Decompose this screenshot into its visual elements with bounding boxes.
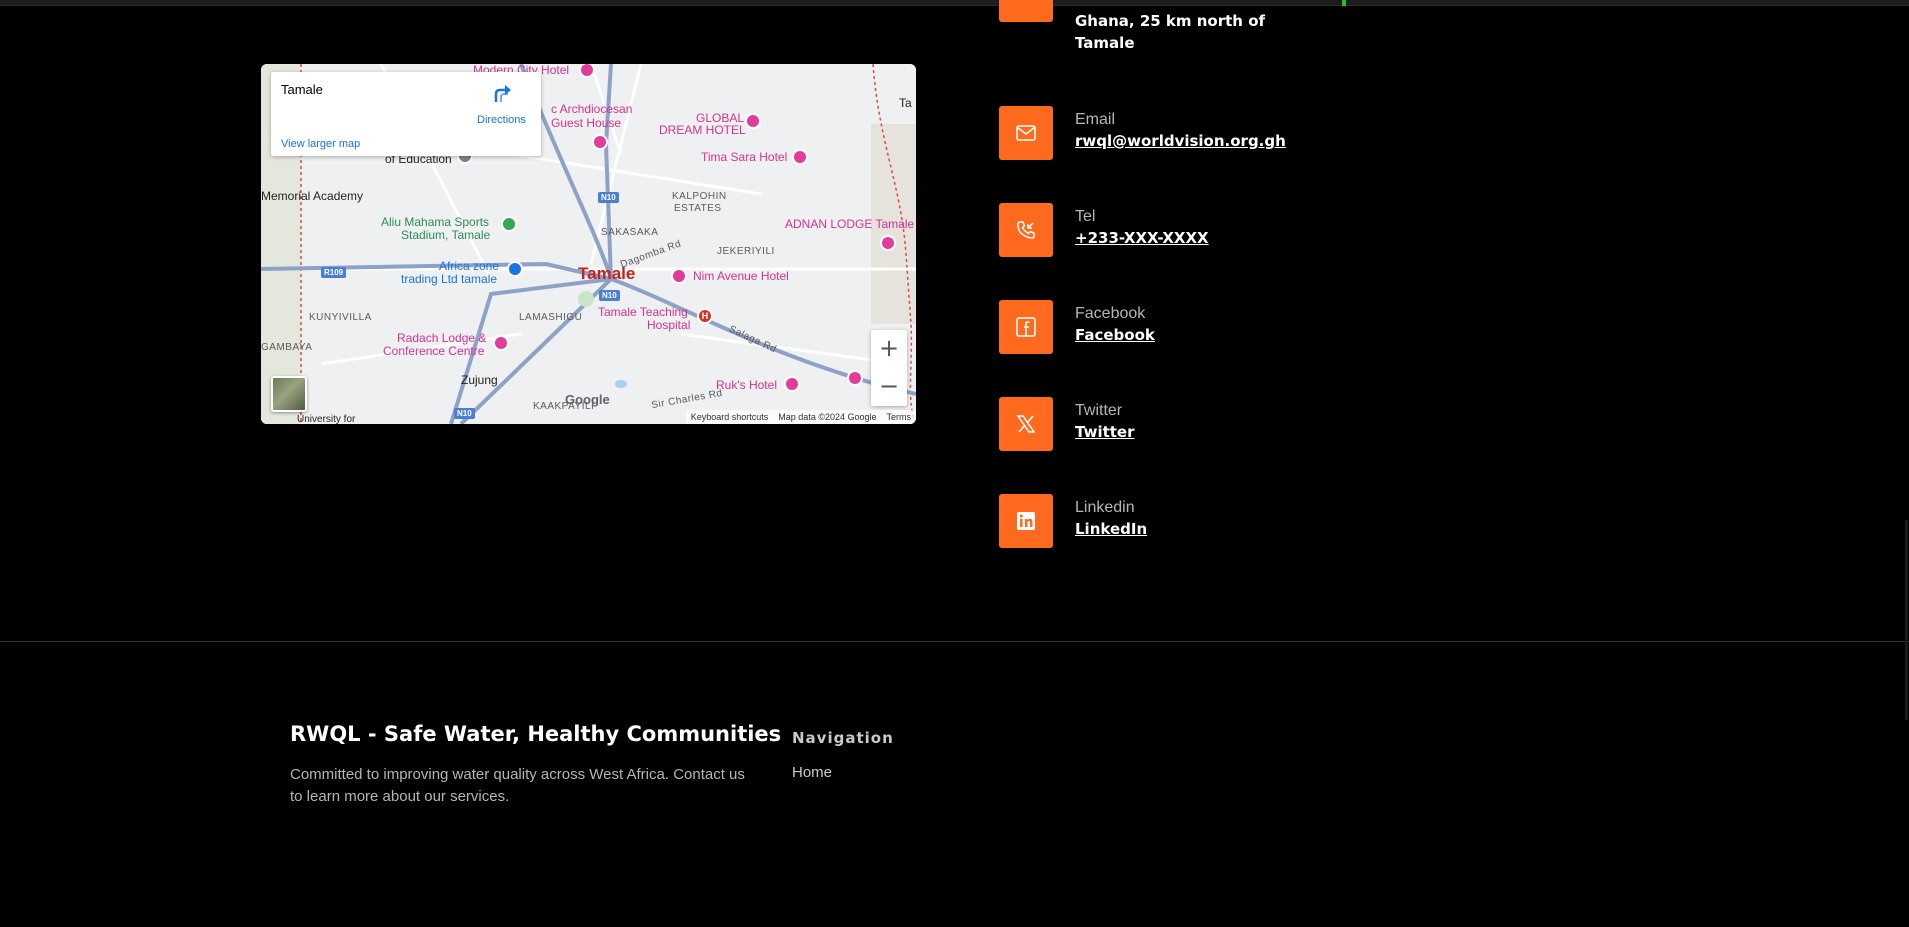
indicator: [1342, 0, 1346, 6]
zoom-out-button[interactable]: −: [871, 368, 907, 406]
shop-pin[interactable]: [507, 261, 523, 277]
road-shield: N10: [454, 408, 475, 419]
directions-icon[interactable]: [492, 83, 514, 103]
map-label: JEKERIYILI: [717, 246, 775, 257]
zoom-control: + −: [871, 330, 907, 406]
facebook-icon: [999, 300, 1053, 354]
map-label: Zujung: [461, 373, 498, 387]
facebook-link[interactable]: Facebook: [1075, 326, 1155, 344]
hotel-pin[interactable]: [745, 113, 761, 129]
envelope-icon: [999, 106, 1053, 160]
map-label: trading Ltd tamale: [401, 272, 498, 286]
hotel-pin[interactable]: [592, 134, 608, 150]
road-shield: N10: [598, 192, 619, 203]
top-strip: [0, 0, 1909, 6]
address-text: Ghana, 25 km north of Tamale: [1075, 12, 1266, 52]
footer-title: RWQL - Safe Water, Healthy Communities: [290, 722, 782, 746]
email-link[interactable]: rwql@worldvision.org.gh: [1075, 132, 1286, 150]
view-larger-map-link[interactable]: View larger map: [281, 138, 360, 150]
road-shield: N10: [599, 290, 620, 301]
map-label: Ta: [899, 96, 912, 110]
scrollbar[interactable]: [1905, 520, 1908, 720]
map-place-name: Tamale: [281, 82, 323, 97]
map-label: Tima Sara Hotel: [701, 150, 788, 164]
map-label: GAMBAYA: [261, 342, 313, 353]
hotel-pin[interactable]: [493, 335, 509, 351]
google-logo: Google: [565, 392, 610, 407]
directions-link[interactable]: Directions: [477, 114, 526, 126]
hotel-pin[interactable]: [880, 235, 896, 251]
map-label: Memorial Academy: [261, 189, 364, 203]
map-label: Conference Centre: [383, 344, 485, 358]
map-label: Guest House: [551, 116, 622, 130]
linkedin-link[interactable]: LinkedIn: [1075, 520, 1147, 538]
footer-description: Committed to improving water quality acr…: [290, 766, 745, 805]
contact-label: Email: [1075, 111, 1116, 128]
map-label: SAKASAKA: [601, 227, 659, 238]
footer-divider: [0, 641, 1909, 642]
hotel-pin[interactable]: [847, 370, 863, 386]
map-label: Nim Avenue Hotel: [693, 269, 789, 283]
contact-label: Tel: [1075, 208, 1096, 225]
map-label: ESTATES: [674, 203, 722, 214]
map-city-label: Tamale: [578, 264, 636, 283]
location-icon-box: [999, 0, 1053, 22]
map-label: KUNYIVILLA: [309, 312, 372, 323]
footer-nav-home[interactable]: Home: [792, 764, 832, 781]
contact-label: Linkedin: [1075, 499, 1135, 516]
map-label: KALPOHIN: [672, 191, 727, 202]
road-shield: R109: [321, 267, 347, 278]
embedded-map[interactable]: Modern City Hotel c Archdiocesan Guest H…: [261, 64, 916, 424]
footer-nav-heading: Navigation: [792, 729, 894, 747]
hotel-pin[interactable]: [784, 376, 800, 392]
satellite-toggle[interactable]: [271, 376, 307, 412]
hotel-pin[interactable]: [671, 268, 687, 284]
map-attribution: Keyboard shortcuts Map data ©2024 Google…: [685, 410, 917, 424]
map-label: c Archdiocesan: [551, 102, 633, 116]
map-label: ADNAN LODGE Tamale: [785, 217, 915, 231]
hospital-pin[interactable]: H: [697, 308, 713, 324]
twitter-link[interactable]: Twitter: [1075, 423, 1135, 441]
x-twitter-icon: [999, 397, 1053, 451]
map-data-text: Map data ©2024 Google: [778, 412, 877, 422]
linkedin-icon: [999, 494, 1053, 548]
map-label: Hospital: [647, 318, 691, 332]
map-label: LAMASHIGU: [519, 312, 583, 323]
hotel-pin[interactable]: [792, 149, 808, 165]
terms-link[interactable]: Terms: [882, 412, 917, 422]
map-label: DREAM HOTEL: [659, 123, 746, 137]
contact-label: Facebook: [1075, 305, 1146, 322]
phone-icon: [999, 203, 1053, 257]
zoom-in-button[interactable]: +: [871, 330, 907, 368]
map-label: University for: [297, 414, 356, 424]
phone-link[interactable]: +233-XXX-XXXX: [1075, 229, 1209, 247]
contact-label: Twitter: [1075, 402, 1123, 419]
map-label: Stadium, Tamale: [401, 228, 491, 242]
keyboard-shortcuts-link[interactable]: Keyboard shortcuts: [686, 412, 774, 422]
map-label: Ruk's Hotel: [716, 378, 777, 392]
stadium-pin[interactable]: [501, 216, 517, 232]
map-info-card: Tamale Directions View larger map: [271, 72, 541, 156]
